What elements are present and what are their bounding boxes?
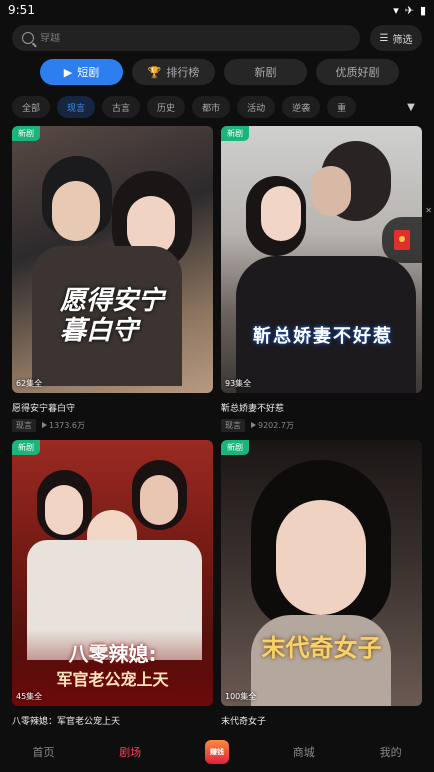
category-chip-urban[interactable]: 都市 bbox=[192, 96, 231, 118]
poster-title-text: 靳总娇妻不好惹 bbox=[253, 326, 393, 347]
trophy-icon: 🏆 bbox=[147, 65, 162, 79]
category-chip-modern[interactable]: 现言 bbox=[57, 96, 96, 118]
episode-count: 62集全 bbox=[16, 379, 43, 388]
episode-count: 93集全 bbox=[225, 379, 252, 388]
tab-quality-drama[interactable]: 优质好剧 bbox=[316, 59, 399, 85]
genre-tag: 现言 bbox=[221, 419, 245, 432]
status-time: 9:51 bbox=[8, 3, 35, 17]
tab-label: 排行榜 bbox=[166, 66, 200, 79]
play-count-value: 9202.7万 bbox=[258, 421, 294, 430]
tab-label: 新剧 bbox=[254, 66, 277, 79]
nav-mall[interactable]: 商城 bbox=[264, 744, 344, 760]
genre-tag: 现言 bbox=[12, 419, 36, 432]
tab-short-drama[interactable]: ▶ 短剧 bbox=[40, 59, 123, 85]
battery-icon: ▮ bbox=[419, 3, 426, 17]
poster-title-text: 愿得安宁暮白守 bbox=[60, 286, 165, 346]
tab-label: 优质好剧 bbox=[335, 66, 380, 79]
drama-poster[interactable]: 愿得安宁暮白守 新剧 62集全 bbox=[12, 126, 213, 393]
close-icon[interactable]: ✕ bbox=[425, 206, 432, 215]
drama-card[interactable]: 靳总娇妻不好惹 新剧 93集全 靳总娇妻不好惹 现言 9202.7万 bbox=[221, 126, 422, 432]
actor-face bbox=[52, 181, 100, 241]
actor-face bbox=[311, 166, 351, 216]
nav-home[interactable]: 首页 bbox=[3, 744, 83, 760]
actress-face bbox=[45, 485, 83, 535]
filter-label: 筛选 bbox=[392, 34, 413, 46]
category-chip-history[interactable]: 历史 bbox=[147, 96, 186, 118]
nav-theater[interactable]: 剧场 bbox=[90, 744, 170, 760]
play-count-value: 1373.6万 bbox=[49, 421, 85, 430]
card-meta: 现言 1373.6万 bbox=[12, 419, 213, 432]
status-bar: 9:51 ▾ ✈ ▮ bbox=[0, 0, 434, 20]
category-chip-comeback[interactable]: 逆袭 bbox=[282, 96, 321, 118]
tab-label: 短剧 bbox=[77, 66, 100, 79]
poster-title-line-1: 八零辣媳: bbox=[68, 642, 157, 666]
red-envelope-button[interactable] bbox=[382, 217, 422, 263]
card-title[interactable]: 愿得安宁暮白守 bbox=[12, 401, 213, 414]
search-row: ☰ 筛选 bbox=[12, 25, 422, 51]
new-badge: 新剧 bbox=[12, 126, 40, 141]
search-input[interactable] bbox=[40, 32, 350, 44]
drama-poster[interactable]: 八零辣媳: 军官老公宠上天 新剧 45集全 bbox=[12, 440, 213, 706]
category-chip-event[interactable]: 活动 bbox=[237, 96, 276, 118]
drama-card[interactable]: 末代奇女子 新剧 100集全 末代奇女子 bbox=[221, 440, 422, 727]
actress-face bbox=[261, 186, 301, 241]
tab-new-drama[interactable]: 新剧 bbox=[224, 59, 307, 85]
play-count: 1373.6万 bbox=[42, 420, 85, 431]
category-chip-ancient[interactable]: 古言 bbox=[102, 96, 141, 118]
card-title[interactable]: 靳总娇妻不好惹 bbox=[221, 401, 422, 414]
search-box[interactable] bbox=[12, 25, 360, 51]
video-camera-icon: ▶ bbox=[63, 65, 73, 79]
play-count: 9202.7万 bbox=[251, 420, 294, 431]
card-meta: 现言 9202.7万 bbox=[221, 419, 422, 432]
category-row: 全部 现言 古言 历史 都市 活动 逆袭 重 bbox=[12, 96, 434, 118]
nav-mine[interactable]: 我的 bbox=[351, 744, 431, 760]
red-envelope-icon bbox=[394, 230, 410, 250]
card-title[interactable]: 末代奇女子 bbox=[221, 714, 422, 727]
chevron-down-icon[interactable]: ▼ bbox=[398, 96, 424, 118]
actor-face bbox=[140, 475, 178, 525]
bottom-nav: 首页 剧场 赚钱 商城 我的 bbox=[0, 731, 434, 772]
search-icon bbox=[22, 32, 34, 44]
card-title[interactable]: 八零辣媳：军官老公宠上天 bbox=[12, 714, 213, 727]
play-icon bbox=[42, 422, 47, 428]
airplane-icon: ✈ bbox=[404, 3, 414, 17]
wifi-icon: ▾ bbox=[393, 3, 399, 17]
main-tabs: ▶ 短剧 🏆 排行榜 新剧 优质好剧 bbox=[40, 59, 399, 85]
tab-ranking[interactable]: 🏆 排行榜 bbox=[132, 59, 215, 85]
episode-count: 100集全 bbox=[225, 692, 257, 701]
nav-earn[interactable]: 赚钱 bbox=[177, 739, 257, 764]
new-badge: 新剧 bbox=[12, 440, 40, 455]
earn-icon: 赚钱 bbox=[204, 739, 229, 764]
poster-title-text: 末代奇女子 bbox=[261, 634, 382, 662]
poster-title-line-2: 军官老公宠上天 bbox=[56, 670, 169, 689]
drama-poster[interactable]: 末代奇女子 新剧 100集全 bbox=[221, 440, 422, 706]
category-chip-rebirth[interactable]: 重 bbox=[327, 96, 357, 118]
filter-button[interactable]: ☰ 筛选 bbox=[370, 25, 422, 51]
menu-icon: ☰ bbox=[379, 32, 389, 44]
new-badge: 新剧 bbox=[221, 440, 249, 455]
status-icons: ▾ ✈ ▮ bbox=[393, 4, 426, 17]
play-icon bbox=[251, 422, 256, 428]
episode-count: 45集全 bbox=[16, 692, 43, 701]
actress-face bbox=[276, 500, 366, 615]
category-chip-all[interactable]: 全部 bbox=[12, 96, 51, 118]
drama-card[interactable]: 愿得安宁暮白守 新剧 62集全 愿得安宁暮白守 现言 1373.6万 bbox=[12, 126, 213, 432]
drama-card[interactable]: 八零辣媳: 军官老公宠上天 新剧 45集全 八零辣媳：军官老公宠上天 bbox=[12, 440, 213, 727]
new-badge: 新剧 bbox=[221, 126, 249, 141]
